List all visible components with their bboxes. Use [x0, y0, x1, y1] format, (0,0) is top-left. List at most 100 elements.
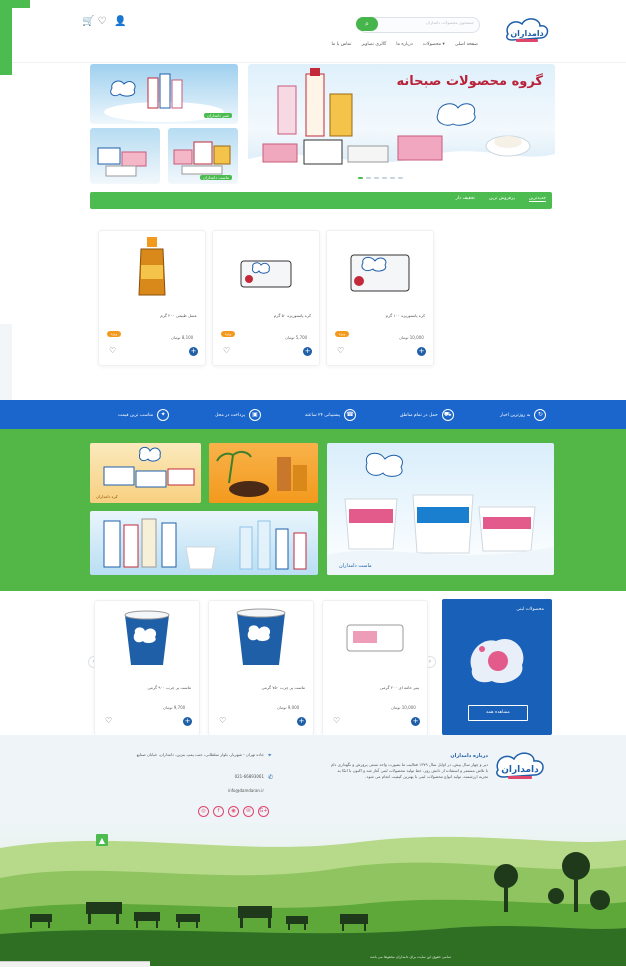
promo-butter-banner[interactable]: کره دامداران [90, 443, 201, 503]
add-to-cart-button[interactable]: + [417, 347, 426, 356]
special-badge: ویژه [107, 331, 121, 337]
product-name[interactable]: ماست پر چرب ۹۰۰ گرمی [103, 685, 191, 690]
product-card[interactable]: عسل طبیعی ۲۰۰ گرم ویژه 8,100 تومان + ♡ [98, 230, 206, 366]
add-to-cart-button[interactable]: + [297, 717, 306, 726]
browser-status-bar [0, 961, 150, 967]
feature-support: ☎ پشتیبانی ۲۴ ساعته [305, 409, 357, 421]
footer-address: جاده تهران - شهریار، بلوار سلطانی، جنب پ… [136, 752, 264, 757]
side-panel [0, 324, 12, 400]
side-banner-butter[interactable] [90, 128, 160, 184]
search-placeholder: جستجوی محصولات دامداران [425, 20, 474, 25]
add-to-cart-button[interactable]: + [189, 347, 198, 356]
footer-phone[interactable]: 021-66893061 [200, 774, 264, 780]
about-title: درباره دامداران [450, 753, 488, 759]
side-banner-label: شیر دامداران [203, 113, 232, 118]
copyright-text: تمامی حقوق این سایت برای دامداران محفوظ … [370, 955, 451, 959]
drinks-illustration [103, 518, 307, 570]
whatsapp-icon[interactable]: ◉ [228, 806, 239, 817]
product-image [124, 610, 170, 665]
about-text: دیر و چهار سال پیش، در اوایل سال ۱۳۷۹ فع… [330, 762, 488, 779]
social-links: ◎ f ◉ ✉ G+ [198, 806, 269, 817]
side-banner-label: ماست دامداران [199, 175, 232, 180]
nav-products[interactable]: محصولات ▾ [423, 42, 445, 52]
nav-gallery[interactable]: گالری تصاوير [361, 42, 386, 52]
promo-label: ماست دامداران [339, 563, 372, 569]
view-all-button[interactable]: مشاهده همه [468, 705, 528, 721]
truck-icon: ⛟ [441, 409, 454, 421]
product-card[interactable]: پنیر خامه ای ۲۰۰ گرمی 10,000 تومان + ♡ [322, 600, 428, 736]
tab-list: جدیدترین پرفروش ترین تخفیف دار [456, 196, 546, 202]
tab-newest[interactable]: جدیدترین [528, 196, 546, 202]
promo-yogurt-banner[interactable]: ماست دامداران [327, 443, 554, 575]
product-price: 9,700 تومان [163, 705, 186, 710]
promo-dates-banner[interactable] [209, 443, 318, 503]
add-to-cart-button[interactable]: + [303, 347, 312, 356]
wishlist-heart-icon[interactable]: ♡ [105, 716, 112, 725]
svg-text:دامداران: دامداران [501, 765, 539, 775]
product-name[interactable]: عسل طبیعی ۲۰۰ گرم [107, 313, 197, 318]
heart-icon[interactable]: ♡ [96, 16, 108, 28]
search-button[interactable]: ⌕ [356, 17, 378, 31]
tab-bestseller[interactable]: پرفروش ترین [489, 196, 515, 202]
product-card[interactable]: کره پاستوریزه ۱۰۰ گرم ویژه 10,000 تومان … [326, 230, 434, 366]
product-card[interactable]: کره پاستوریزه ۵۰ گرم ویژه 5,700 تومان + … [212, 230, 320, 366]
product-card[interactable]: ماست پر چرب ۷۵۰ گرمی 9,000 تومان + ♡ [208, 600, 314, 736]
refresh-icon: ↻ [534, 409, 547, 421]
product-card[interactable]: ماست پر چرب ۹۰۰ گرمی 9,700 تومان + ♡ [94, 600, 200, 736]
features-bar: ↻ به روزترین اخبار ⛟ حمل در تمام مناطق ☎… [0, 400, 626, 429]
phone-icon: ✆ [268, 774, 274, 781]
side-banner-milk[interactable]: شیر دامداران [90, 64, 238, 124]
twitter-icon[interactable]: ✉ [243, 806, 254, 817]
add-to-cart-button[interactable]: + [411, 717, 420, 726]
user-icon[interactable]: 👤 [114, 16, 126, 28]
tag-icon: ✦ [157, 409, 170, 421]
brand-logo[interactable]: دامداران [502, 16, 552, 46]
product-price: 9,000 تومان [277, 705, 300, 710]
product-image [350, 254, 410, 292]
googleplus-icon[interactable]: G+ [258, 806, 269, 817]
farm-landscape-illustration: ▲ [0, 818, 626, 966]
product-price: 10,000 تومان [391, 705, 416, 710]
product-image [138, 237, 166, 296]
footer-landscape: ▲ [0, 818, 626, 966]
product-name[interactable]: پنیر خامه ای ۲۰۰ گرمی [331, 685, 419, 690]
nav-home[interactable]: صفحه اصلی [455, 42, 478, 52]
footer-logo[interactable]: دامداران [492, 750, 548, 784]
hero-products-illustration [248, 68, 555, 184]
product-image [236, 608, 286, 665]
cart-icon[interactable]: 🛒 [82, 16, 94, 28]
product-image [346, 624, 404, 652]
product-price: 5,700 تومان [285, 335, 308, 340]
nav-contact[interactable]: تماس با ما [331, 42, 351, 52]
tab-discount[interactable]: تخفیف دار [456, 196, 475, 202]
product-price: 10,000 تومان [399, 335, 424, 340]
wishlist-heart-icon[interactable]: ♡ [337, 346, 344, 355]
facebook-icon[interactable]: f [213, 806, 224, 817]
product-name[interactable]: کره پاستوریزه ۵۰ گرم [221, 313, 311, 318]
wishlist-heart-icon[interactable]: ♡ [219, 716, 226, 725]
product-name[interactable]: کره پاستوریزه ۱۰۰ گرم [335, 313, 425, 318]
side-banner-yogurt[interactable]: ماست دامداران [168, 128, 238, 184]
instagram-icon[interactable]: ◎ [198, 806, 209, 817]
wishlist-heart-icon[interactable]: ♡ [109, 346, 116, 355]
headset-icon: ☎ [344, 409, 357, 421]
svg-text:دامداران: دامداران [510, 29, 543, 38]
promo-drinks-banner[interactable] [90, 511, 318, 575]
product-tabs: جدیدترین پرفروش ترین تخفیف دار [90, 192, 552, 209]
feature-news: ↻ به روزترین اخبار [500, 409, 547, 421]
feature-price: ✦ مناسب ترین قیمت [118, 409, 170, 421]
footer-email[interactable]: info@damdaran.ir [200, 788, 264, 794]
product-name[interactable]: ماست پر چرب ۷۵۰ گرمی [217, 685, 305, 690]
side-accent [0, 0, 12, 75]
wishlist-heart-icon[interactable]: ♡ [223, 346, 230, 355]
wishlist-heart-icon[interactable]: ♡ [333, 716, 340, 725]
svg-text:▲: ▲ [99, 836, 106, 845]
nav-about[interactable]: درباره ما [396, 42, 413, 52]
feature-cod: ▣ پرداخت در محل [215, 409, 261, 421]
add-to-cart-button[interactable]: + [183, 717, 192, 726]
butter-illustration [97, 147, 147, 177]
feature-shipping: ⛟ حمل در تمام مناطق [400, 409, 454, 421]
dairy-products-banner[interactable]: محصولات لبنی مشاهده همه [442, 599, 552, 735]
slider-dots[interactable] [358, 177, 438, 181]
hero-slider[interactable]: گروه محصولات صبحانه [248, 64, 555, 184]
